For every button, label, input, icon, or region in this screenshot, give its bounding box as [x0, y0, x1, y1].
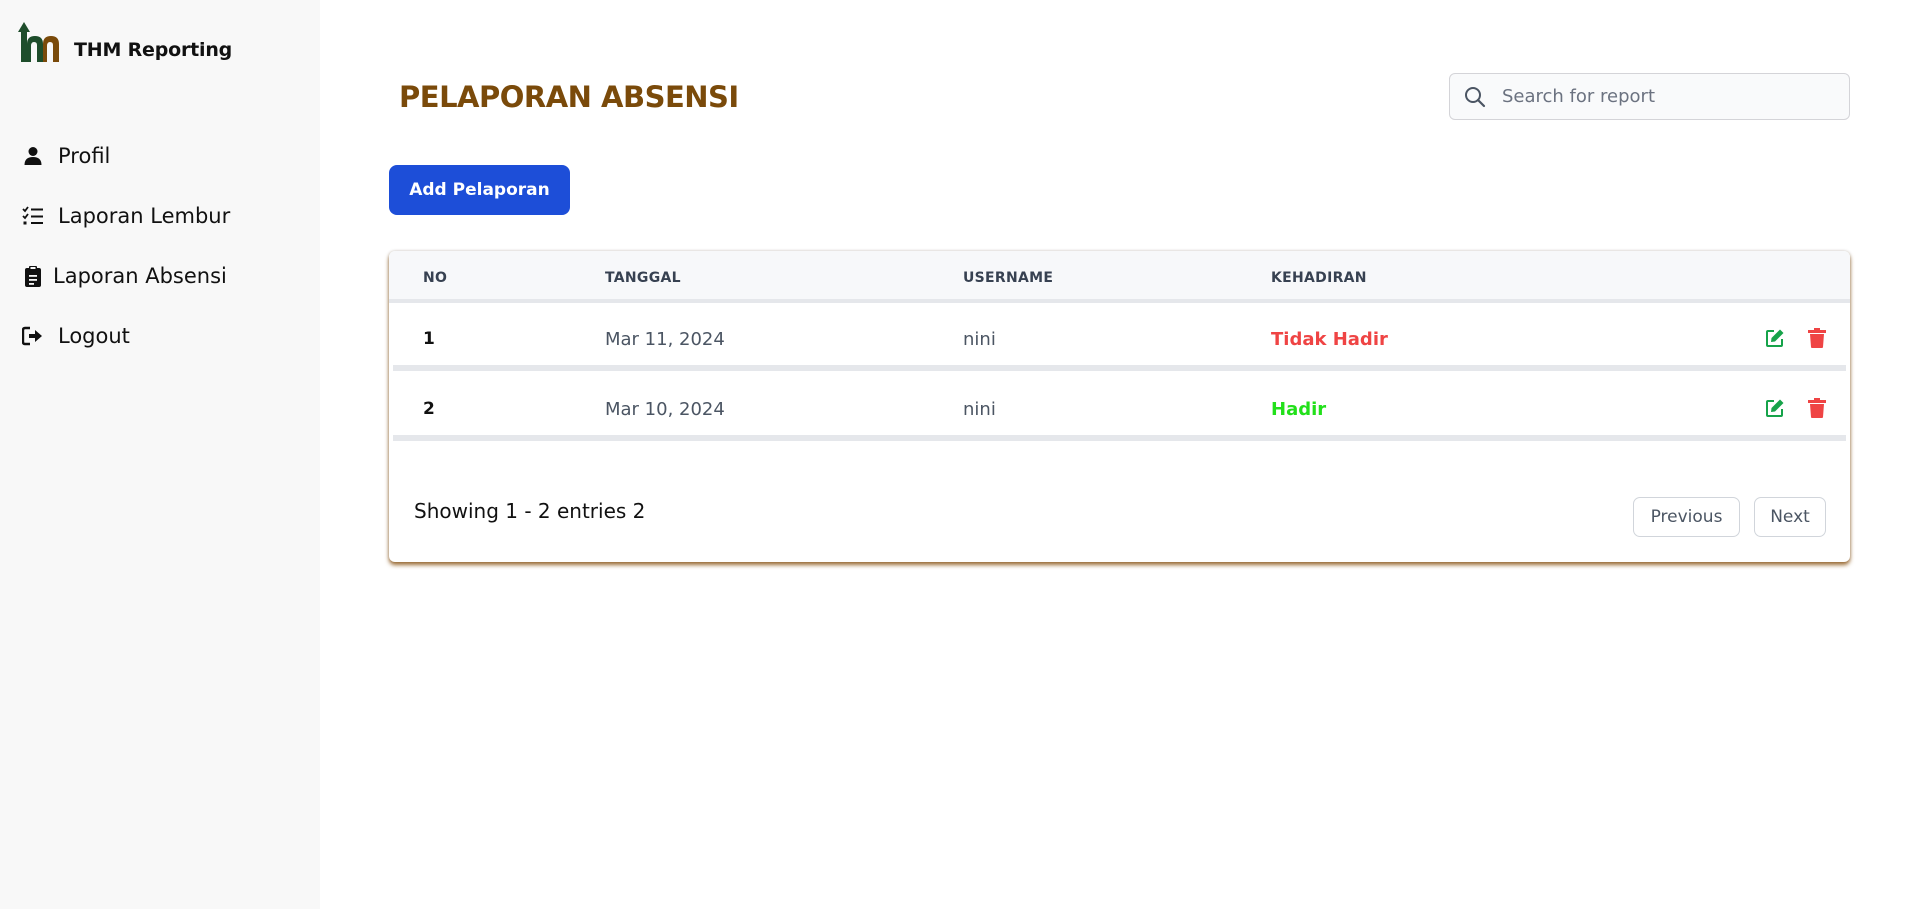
column-header-username: USERNAME	[963, 270, 1054, 286]
sidebar-nav: Profil Laporan Lembur Laporan Absensi Lo…	[22, 126, 230, 366]
next-button[interactable]: Next	[1754, 497, 1826, 537]
cell-kehadiran: Hadir	[1271, 399, 1327, 420]
logo-icon	[14, 18, 66, 66]
sidebar-item-laporan-lembur[interactable]: Laporan Lembur	[22, 186, 230, 246]
table-row: 2 Mar 10, 2024 nini Hadir	[393, 377, 1846, 441]
user-icon	[22, 145, 44, 167]
edit-icon[interactable]	[1764, 327, 1786, 349]
cell-tanggal: Mar 10, 2024	[605, 399, 725, 420]
search-input[interactable]	[1502, 86, 1822, 107]
app-title: THM Reporting	[74, 39, 233, 61]
cell-no: 1	[423, 329, 435, 349]
app-logo[interactable]: THM Reporting	[14, 18, 232, 66]
sidebar-item-label: Logout	[58, 324, 130, 348]
sidebar-item-profil[interactable]: Profil	[22, 126, 230, 186]
sidebar-item-label: Laporan Absensi	[53, 264, 227, 288]
delete-icon[interactable]	[1806, 397, 1828, 419]
previous-button[interactable]: Previous	[1633, 497, 1740, 537]
cell-kehadiran: Tidak Hadir	[1271, 329, 1388, 350]
checklist-icon	[22, 205, 44, 227]
search-box[interactable]	[1449, 73, 1850, 120]
sidebar-item-logout[interactable]: Logout	[22, 306, 230, 366]
edit-icon[interactable]	[1764, 397, 1786, 419]
sidebar: THM Reporting Profil Laporan Lembur Lapo…	[0, 0, 320, 909]
page-title: PELAPORAN ABSENSI	[399, 80, 739, 114]
report-table-card: NO TANGGAL USERNAME KEHADIRAN 1 Mar 11, …	[389, 251, 1850, 562]
cell-tanggal: Mar 11, 2024	[605, 329, 725, 350]
column-header-no: NO	[423, 270, 448, 286]
cell-no: 2	[423, 399, 435, 419]
column-header-kehadiran: KEHADIRAN	[1271, 270, 1367, 286]
add-pelaporan-button[interactable]: Add Pelaporan	[389, 165, 570, 215]
sidebar-item-laporan-absensi[interactable]: Laporan Absensi	[22, 246, 230, 306]
pagination-summary: Showing 1 - 2 entries 2	[414, 499, 646, 523]
logout-icon	[22, 325, 44, 347]
search-icon	[1464, 85, 1488, 109]
table-row: 1 Mar 11, 2024 nini Tidak Hadir	[393, 307, 1846, 371]
cell-username: nini	[963, 399, 996, 420]
clipboard-icon	[22, 265, 44, 287]
delete-icon[interactable]	[1806, 327, 1828, 349]
column-header-tanggal: TANGGAL	[605, 270, 681, 286]
table-header: NO TANGGAL USERNAME KEHADIRAN	[389, 251, 1850, 303]
sidebar-item-label: Laporan Lembur	[58, 204, 231, 228]
sidebar-item-label: Profil	[58, 144, 111, 168]
cell-username: nini	[963, 329, 996, 350]
